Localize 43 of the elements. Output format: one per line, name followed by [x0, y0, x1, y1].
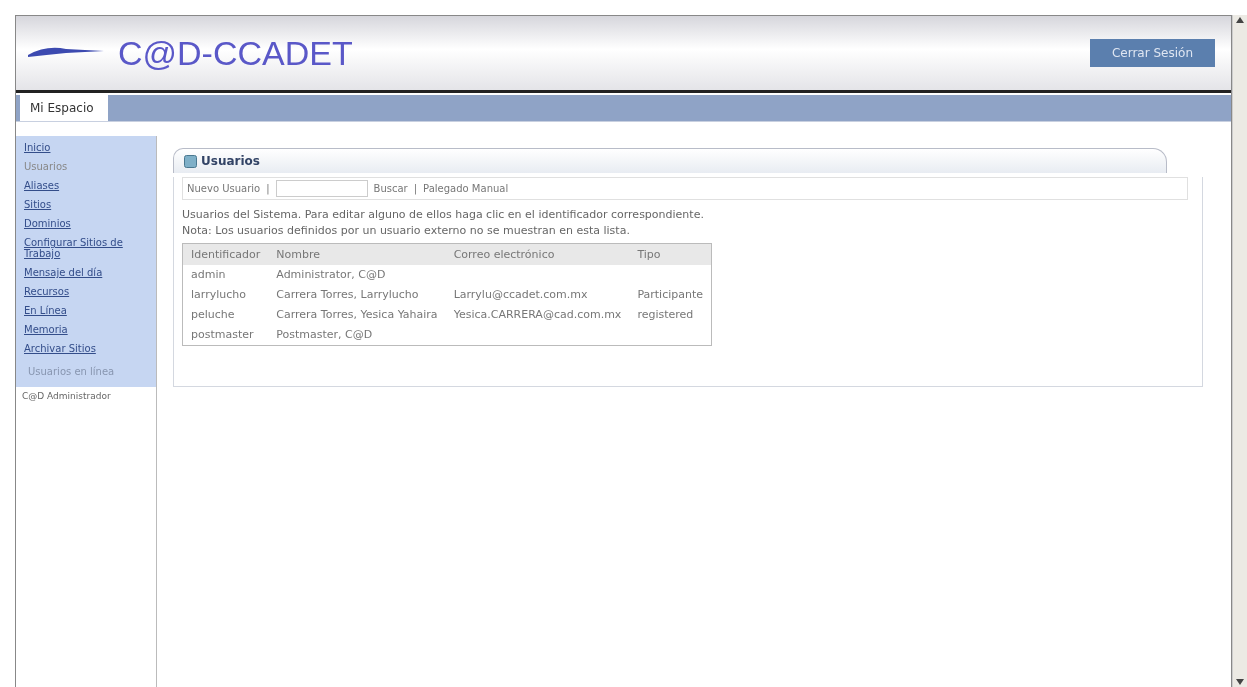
search-field[interactable]	[275, 180, 368, 197]
instruction-text: Nota: Los usuarios definidos por un usuario externo no se muestran en esta lista.	[182, 222, 631, 239]
table-cell-text: Carrera Torres, Larrylucho	[275, 286, 420, 303]
sidebar-link[interactable]: Configurar Sitios de Trabajo	[24, 237, 152, 259]
table-cell: Postmaster, C@D	[268, 324, 446, 346]
sidebar-link[interactable]: Archivar Sitios	[24, 343, 152, 354]
column-header: Identificador	[182, 243, 269, 265]
sidebar-link[interactable]: Memoria	[24, 324, 152, 335]
table-cell[interactable]: peluche	[182, 304, 269, 325]
site-title: C@D-CCADET	[118, 33, 353, 73]
column-header: Nombre	[268, 243, 446, 265]
separator-text: |	[413, 183, 418, 194]
column-header: Tipo	[629, 243, 712, 265]
toolbar-link[interactable]: Nuevo Usuario	[187, 183, 261, 194]
column-header: Correo electrónico	[445, 243, 630, 265]
toolbar-link[interactable]: Palegado Manual	[423, 183, 509, 194]
table-cell[interactable]: admin	[182, 264, 269, 285]
sidebar-link[interactable]: Dominios	[24, 218, 152, 229]
panel-icon	[184, 154, 197, 168]
table-cell: registered	[629, 304, 712, 325]
panel-title: Usuarios	[201, 154, 260, 168]
online-user: C@D Administrador	[21, 390, 112, 403]
sidebar-link[interactable]: Inicio	[24, 142, 152, 153]
sidebar-link[interactable]: Sitios	[24, 199, 152, 210]
separator-text: |	[266, 183, 270, 194]
table-cell: Administrator, C@D	[268, 264, 446, 285]
scrollbar[interactable]	[1232, 15, 1247, 687]
table-cell-text: Yesica.CARRERA@cad.com.mx	[452, 306, 623, 323]
toolbar-link[interactable]: Buscar	[373, 183, 408, 194]
table-cell[interactable]: larrylucho	[182, 284, 269, 305]
sidebar-heading: Usuarios en línea	[28, 366, 116, 377]
logout-button[interactable]: Cerrar Sesión	[1089, 39, 1215, 67]
sidebar-link[interactable]: En Línea	[24, 305, 152, 316]
table-cell-text: Larrylu@ccadet.com.mx	[452, 286, 589, 303]
table-cell-text: Carrera Torres, Yesica Yahaira	[275, 306, 439, 323]
instruction-text: Usuarios del Sistema. Para editar alguno de ellos haga clic en el identificador correspondiente.	[182, 207, 705, 223]
sidebar-link[interactable]: Aliases	[24, 180, 152, 191]
table-cell: Participante	[629, 284, 712, 305]
table-cell[interactable]: postmaster	[182, 324, 269, 346]
sidebar-link[interactable]: Recursos	[24, 286, 152, 297]
scroll-up-icon[interactable]	[1235, 15, 1245, 25]
sidebar-link[interactable]: Mensaje del día	[24, 267, 152, 278]
scroll-down-icon[interactable]	[1235, 677, 1245, 687]
